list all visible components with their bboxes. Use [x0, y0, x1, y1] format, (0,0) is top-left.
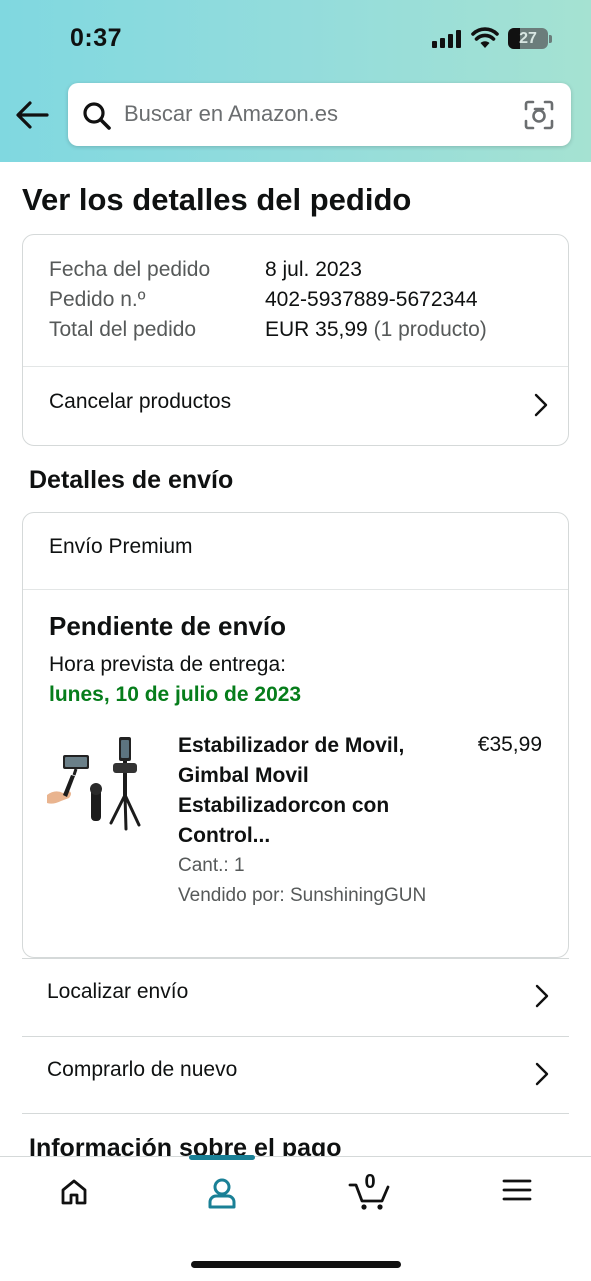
chevron-right-icon — [534, 393, 548, 417]
delivery-estimate-date: lunes, 10 de julio de 2023 — [49, 683, 302, 706]
order-total-value-wrap: EUR 35,99 (1 producto) — [265, 315, 487, 345]
status-time: 0:37 — [70, 24, 123, 52]
buy-again-link[interactable]: Comprarlo de nuevo — [22, 1036, 569, 1112]
tab-cart[interactable]: 0 — [320, 1157, 420, 1237]
row-divider — [22, 1113, 569, 1114]
user-icon — [208, 1178, 236, 1209]
cart-icon — [348, 1183, 390, 1210]
tab-menu[interactable] — [467, 1157, 567, 1237]
battery-icon: 27 — [508, 28, 548, 49]
shipping-method: Envío Premium — [49, 535, 193, 558]
back-button[interactable] — [14, 100, 54, 134]
cancel-products-label: Cancelar productos — [49, 390, 232, 413]
chevron-right-icon — [535, 984, 549, 1008]
wifi-icon — [471, 27, 499, 48]
product-price: €35,99 — [477, 733, 542, 756]
order-date-value: 8 jul. 2023 — [265, 258, 362, 281]
order-date-label: Fecha del pedido — [49, 258, 211, 281]
order-number-value: 402-5937889-5672344 — [265, 288, 478, 311]
cancel-products-link[interactable]: Cancelar productos — [23, 367, 568, 444]
order-total-value: EUR 35,99 — [265, 318, 368, 341]
app-header: 0:37 27 — [0, 0, 591, 162]
home-indicator — [191, 1261, 401, 1268]
delivery-estimate-label: Hora prevista de entrega: — [49, 653, 286, 676]
track-package-label: Localizar envío — [47, 980, 189, 1003]
menu-icon — [502, 1179, 532, 1201]
search-input[interactable] — [124, 97, 514, 131]
shipment-status: Pendiente de envío — [49, 611, 286, 641]
arrow-left-icon — [16, 101, 49, 129]
camera-search-icon[interactable] — [524, 100, 554, 130]
product-seller: Vendido por: SunshiningGUN — [178, 885, 427, 906]
signal-strength-icon — [432, 30, 464, 48]
product-title[interactable]: Estabilizador de Movil, Gimbal Movil Est… — [178, 731, 428, 851]
order-total-label: Total del pedido — [49, 318, 197, 341]
order-summary-card: Fecha del pedido 8 jul. 2023 Pedido n.º … — [22, 234, 569, 446]
home-icon — [61, 1179, 87, 1205]
product-quantity: Cant.: 1 — [178, 855, 245, 876]
battery-level: 27 — [519, 30, 537, 47]
tab-account[interactable] — [172, 1157, 272, 1237]
order-number-label: Pedido n.º — [49, 288, 146, 311]
shipment-card: Envío Premium Pendiente de envío Hora pr… — [22, 512, 569, 958]
order-item-count: (1 producto) — [373, 318, 487, 341]
search-icon — [83, 102, 111, 130]
product-image[interactable] — [47, 735, 155, 835]
search-bar[interactable] — [68, 83, 571, 146]
track-package-link[interactable]: Localizar envío — [22, 958, 569, 1034]
tab-home[interactable] — [24, 1157, 124, 1237]
page-title: Ver los detalles del pedido — [22, 182, 412, 217]
battery-cap — [549, 35, 552, 43]
chevron-right-icon — [535, 1062, 549, 1086]
card-divider — [23, 589, 568, 590]
buy-again-label: Comprarlo de nuevo — [47, 1058, 238, 1081]
shipping-section-title: Detalles de envío — [29, 466, 234, 494]
